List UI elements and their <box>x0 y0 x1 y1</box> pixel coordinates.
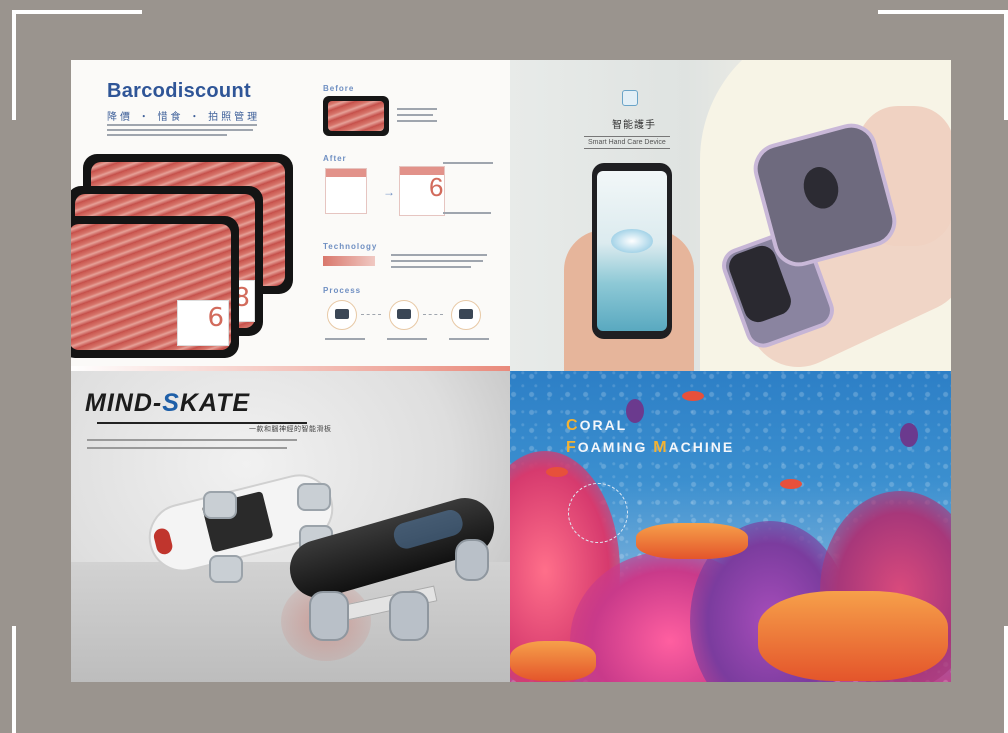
corner-mark-top-right-v <box>1004 10 1008 120</box>
coral-panel: CORAL FOAMING MACHINE <box>510 371 951 682</box>
foam-coral-platform <box>636 523 748 559</box>
skateboard-wheel <box>389 591 429 641</box>
coral-detail-circle <box>568 483 628 543</box>
section-technology-heading: Technology <box>323 242 378 251</box>
price-label-number: 6 <box>207 303 224 333</box>
corner-mark-top-left-v <box>12 10 16 120</box>
barcodiscount-subtitle: 降價 ・ 惜食 ・ 拍照管理 <box>107 112 261 123</box>
skateboard-wheel <box>209 555 243 583</box>
fish <box>780 479 802 489</box>
mind-skate-title: MIND-SKATE <box>85 389 308 424</box>
meat-tray-front: 6 <box>71 216 239 358</box>
hand-care-title-cn: 智能護手 <box>612 120 656 131</box>
process-step-3-icon <box>451 300 481 330</box>
corner-mark-top-left-h <box>12 10 142 14</box>
section-before-heading: Before <box>323 84 355 93</box>
corner-mark-bottom-right-v <box>1004 626 1008 733</box>
smartphone <box>592 163 672 339</box>
skateboard-wheel <box>297 483 331 511</box>
foam-coral-platform <box>510 641 596 681</box>
app-orb-graphic <box>611 229 653 253</box>
fish <box>900 423 918 447</box>
arrow-right-icon: → <box>383 185 395 199</box>
hand-care-logo-icon <box>622 90 638 106</box>
skateboard-wheel <box>309 591 349 641</box>
barcodiscount-panel: Barcodiscount 降價 ・ 惜食 ・ 拍照管理 8 6 Before … <box>71 60 510 371</box>
fish <box>682 391 704 401</box>
price-label: 6 <box>177 300 229 346</box>
section-process-heading: Process <box>323 286 362 295</box>
skateboard-wheel <box>203 491 237 519</box>
phone-screen <box>597 171 667 331</box>
before-tray-image <box>323 96 389 136</box>
after-label-before <box>325 168 367 214</box>
barcodiscount-title: Barcodiscount <box>107 80 251 102</box>
mind-skate-panel: MIND-SKATE 一款和腦神經的智能滑板 <box>71 371 510 682</box>
mind-skate-subtitle: 一款和腦神經的智能滑板 <box>249 426 332 433</box>
section-after-heading: After <box>323 154 347 163</box>
fish <box>626 399 644 423</box>
coral-title-line1: CORAL <box>566 417 628 434</box>
hand-care-title-en: Smart Hand Care Device <box>584 136 670 149</box>
corner-mark-bottom-left-v <box>12 626 16 733</box>
technology-bar <box>323 256 375 266</box>
hand-care-panel: 智能護手 Smart Hand Care Device <box>510 60 951 371</box>
process-step-1-icon <box>327 300 357 330</box>
barcodiscount-body-text <box>107 124 257 139</box>
foam-coral-platform <box>758 591 948 681</box>
fish <box>546 467 568 477</box>
skateboard-wheel <box>455 539 489 581</box>
corner-mark-top-right-h <box>878 10 1008 14</box>
after-label-number: 6 <box>429 172 444 202</box>
coral-title-line2: FOAMING MACHINE <box>566 439 735 456</box>
process-step-2-icon <box>389 300 419 330</box>
